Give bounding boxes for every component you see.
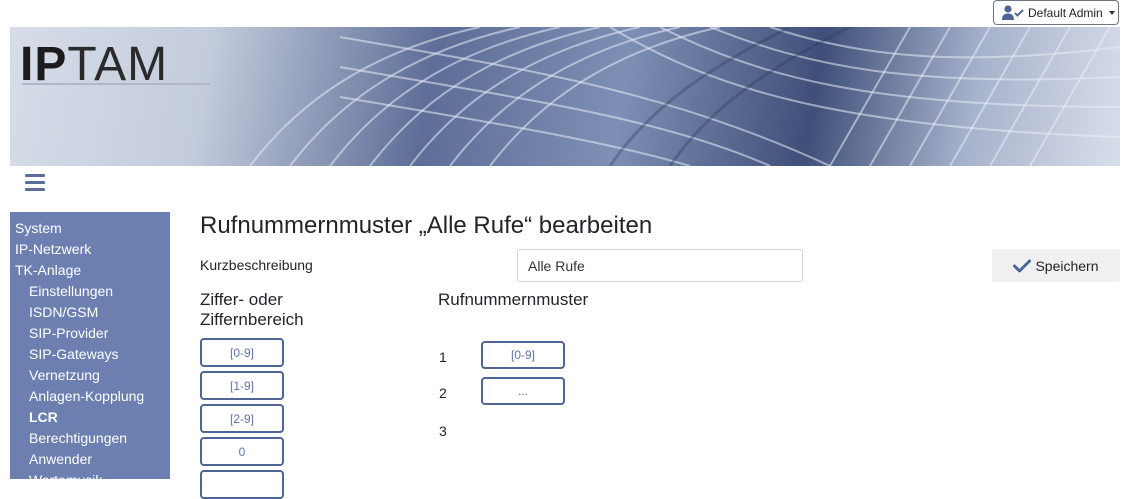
user-check-icon (1002, 4, 1024, 20)
sidebar-item-isdn-gsm[interactable]: ISDN/GSM (10, 302, 170, 323)
caret-down-icon (1108, 10, 1115, 15)
save-button[interactable]: Speichern (992, 249, 1120, 282)
sidebar-item-wartemusik[interactable]: Wartemusik (10, 470, 170, 479)
page-title: Rufnummernmuster „Alle Rufe“ bearbeiten (200, 212, 653, 239)
sidebar-item-sip-provider[interactable]: SIP-Provider (10, 323, 170, 344)
sidebar-item-ip-netzwerk[interactable]: IP-Netzwerk (10, 239, 170, 260)
sidebar-item-system[interactable]: System (10, 218, 170, 239)
pattern-slot-button[interactable]: [0-9] (481, 341, 565, 369)
sidebar-item-lcr[interactable]: LCR (10, 407, 170, 428)
sidebar-item-sip-gateways[interactable]: SIP-Gateways (10, 344, 170, 365)
user-name: Default Admin (1028, 5, 1103, 20)
logo-underline (22, 83, 210, 85)
sidebar-item-einstellungen[interactable]: Einstellungen (10, 281, 170, 302)
check-icon (1013, 259, 1032, 272)
kurzbeschreibung-label: Kurzbeschreibung (200, 257, 313, 273)
digit-button[interactable] (200, 470, 284, 499)
header-banner: IPTAM (10, 27, 1120, 166)
sidebar-item-anlagen-kopplung[interactable]: Anlagen-Kopplung (10, 386, 170, 407)
pattern-row-number: 2 (439, 385, 447, 401)
user-menu-button[interactable]: Default Admin (993, 0, 1119, 25)
sidebar-item-tk-anlage[interactable]: TK-Anlage (10, 260, 170, 281)
kurzbeschreibung-input[interactable] (517, 249, 803, 282)
sidebar-item-vernetzung[interactable]: Vernetzung (10, 365, 170, 386)
sidebar-item-anwender[interactable]: Anwender (10, 449, 170, 470)
digit-column-header: Ziffer- oder Ziffernbereich (200, 290, 304, 329)
digit-button[interactable]: 0 (200, 437, 284, 466)
pattern-column-header: Rufnummernmuster (438, 290, 589, 309)
digit-button[interactable]: [0-9] (200, 338, 284, 367)
sidebar-item-berechtigungen[interactable]: Berechtigungen (10, 428, 170, 449)
banner-grid-graphic (249, 27, 1120, 166)
digit-button[interactable]: [1-9] (200, 371, 284, 400)
sidebar: System IP-Netzwerk TK-Anlage Einstellungen I… (10, 212, 170, 479)
pattern-row-number: 1 (439, 349, 447, 365)
menu-toggle-icon[interactable] (25, 174, 45, 192)
digit-button[interactable]: [2-9] (200, 404, 284, 433)
pattern-slot-button[interactable]: ... (481, 377, 565, 405)
save-button-label: Speichern (1035, 257, 1099, 274)
pattern-row-number: 3 (439, 423, 447, 439)
